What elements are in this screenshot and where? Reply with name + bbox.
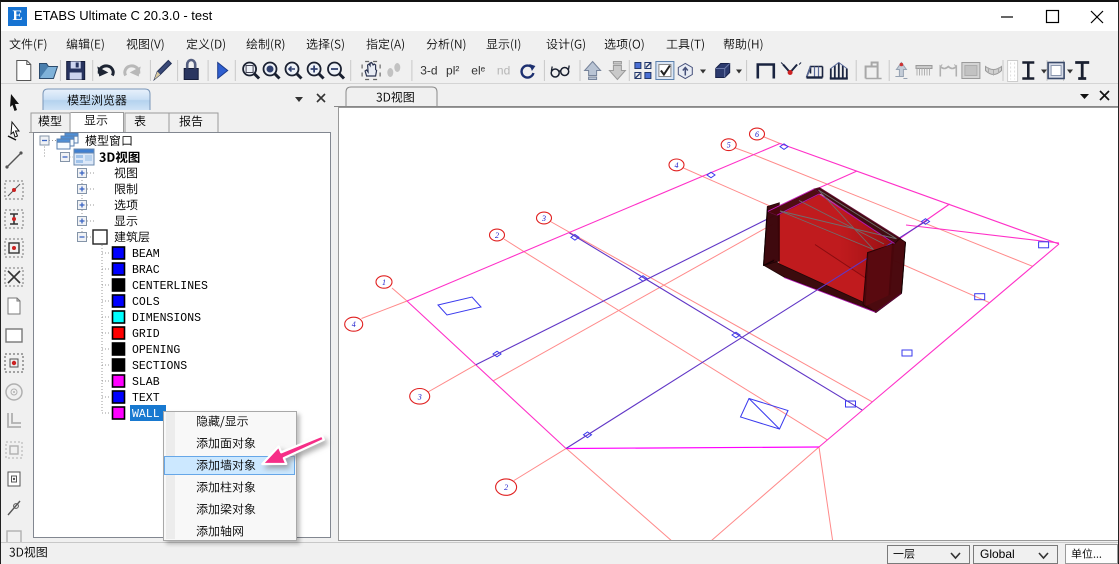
svg-text:pl²: pl² [446,64,459,78]
svg-text:COLS: COLS [132,296,160,309]
svg-text:SECTIONS: SECTIONS [132,360,187,373]
svg-text:3: 3 [417,392,422,401]
svg-text:GRID: GRID [132,328,160,341]
svg-text:2: 2 [495,231,499,240]
svg-text:BRAC: BRAC [132,264,160,277]
svg-text:5: 5 [727,141,731,150]
svg-text:BEAM: BEAM [132,248,160,261]
svg-text:TEXT: TEXT [132,392,160,405]
svg-text:4: 4 [352,320,356,329]
svg-text:OPENING: OPENING [132,344,180,357]
svg-text:6: 6 [755,130,759,139]
svg-text:3: 3 [541,214,546,223]
svg-text:1: 1 [382,278,386,287]
svg-text:elᵉ: elᵉ [471,64,485,78]
svg-text:WALL: WALL [132,408,160,421]
svg-text:SLAB: SLAB [132,376,160,389]
svg-text:3-d: 3-d [420,64,437,78]
svg-text:nd: nd [497,64,510,78]
svg-text:4: 4 [675,161,679,170]
svg-text:CENTERLINES: CENTERLINES [132,280,208,293]
svg-text:DIMENSIONS: DIMENSIONS [132,312,201,325]
svg-text:2: 2 [504,483,508,492]
